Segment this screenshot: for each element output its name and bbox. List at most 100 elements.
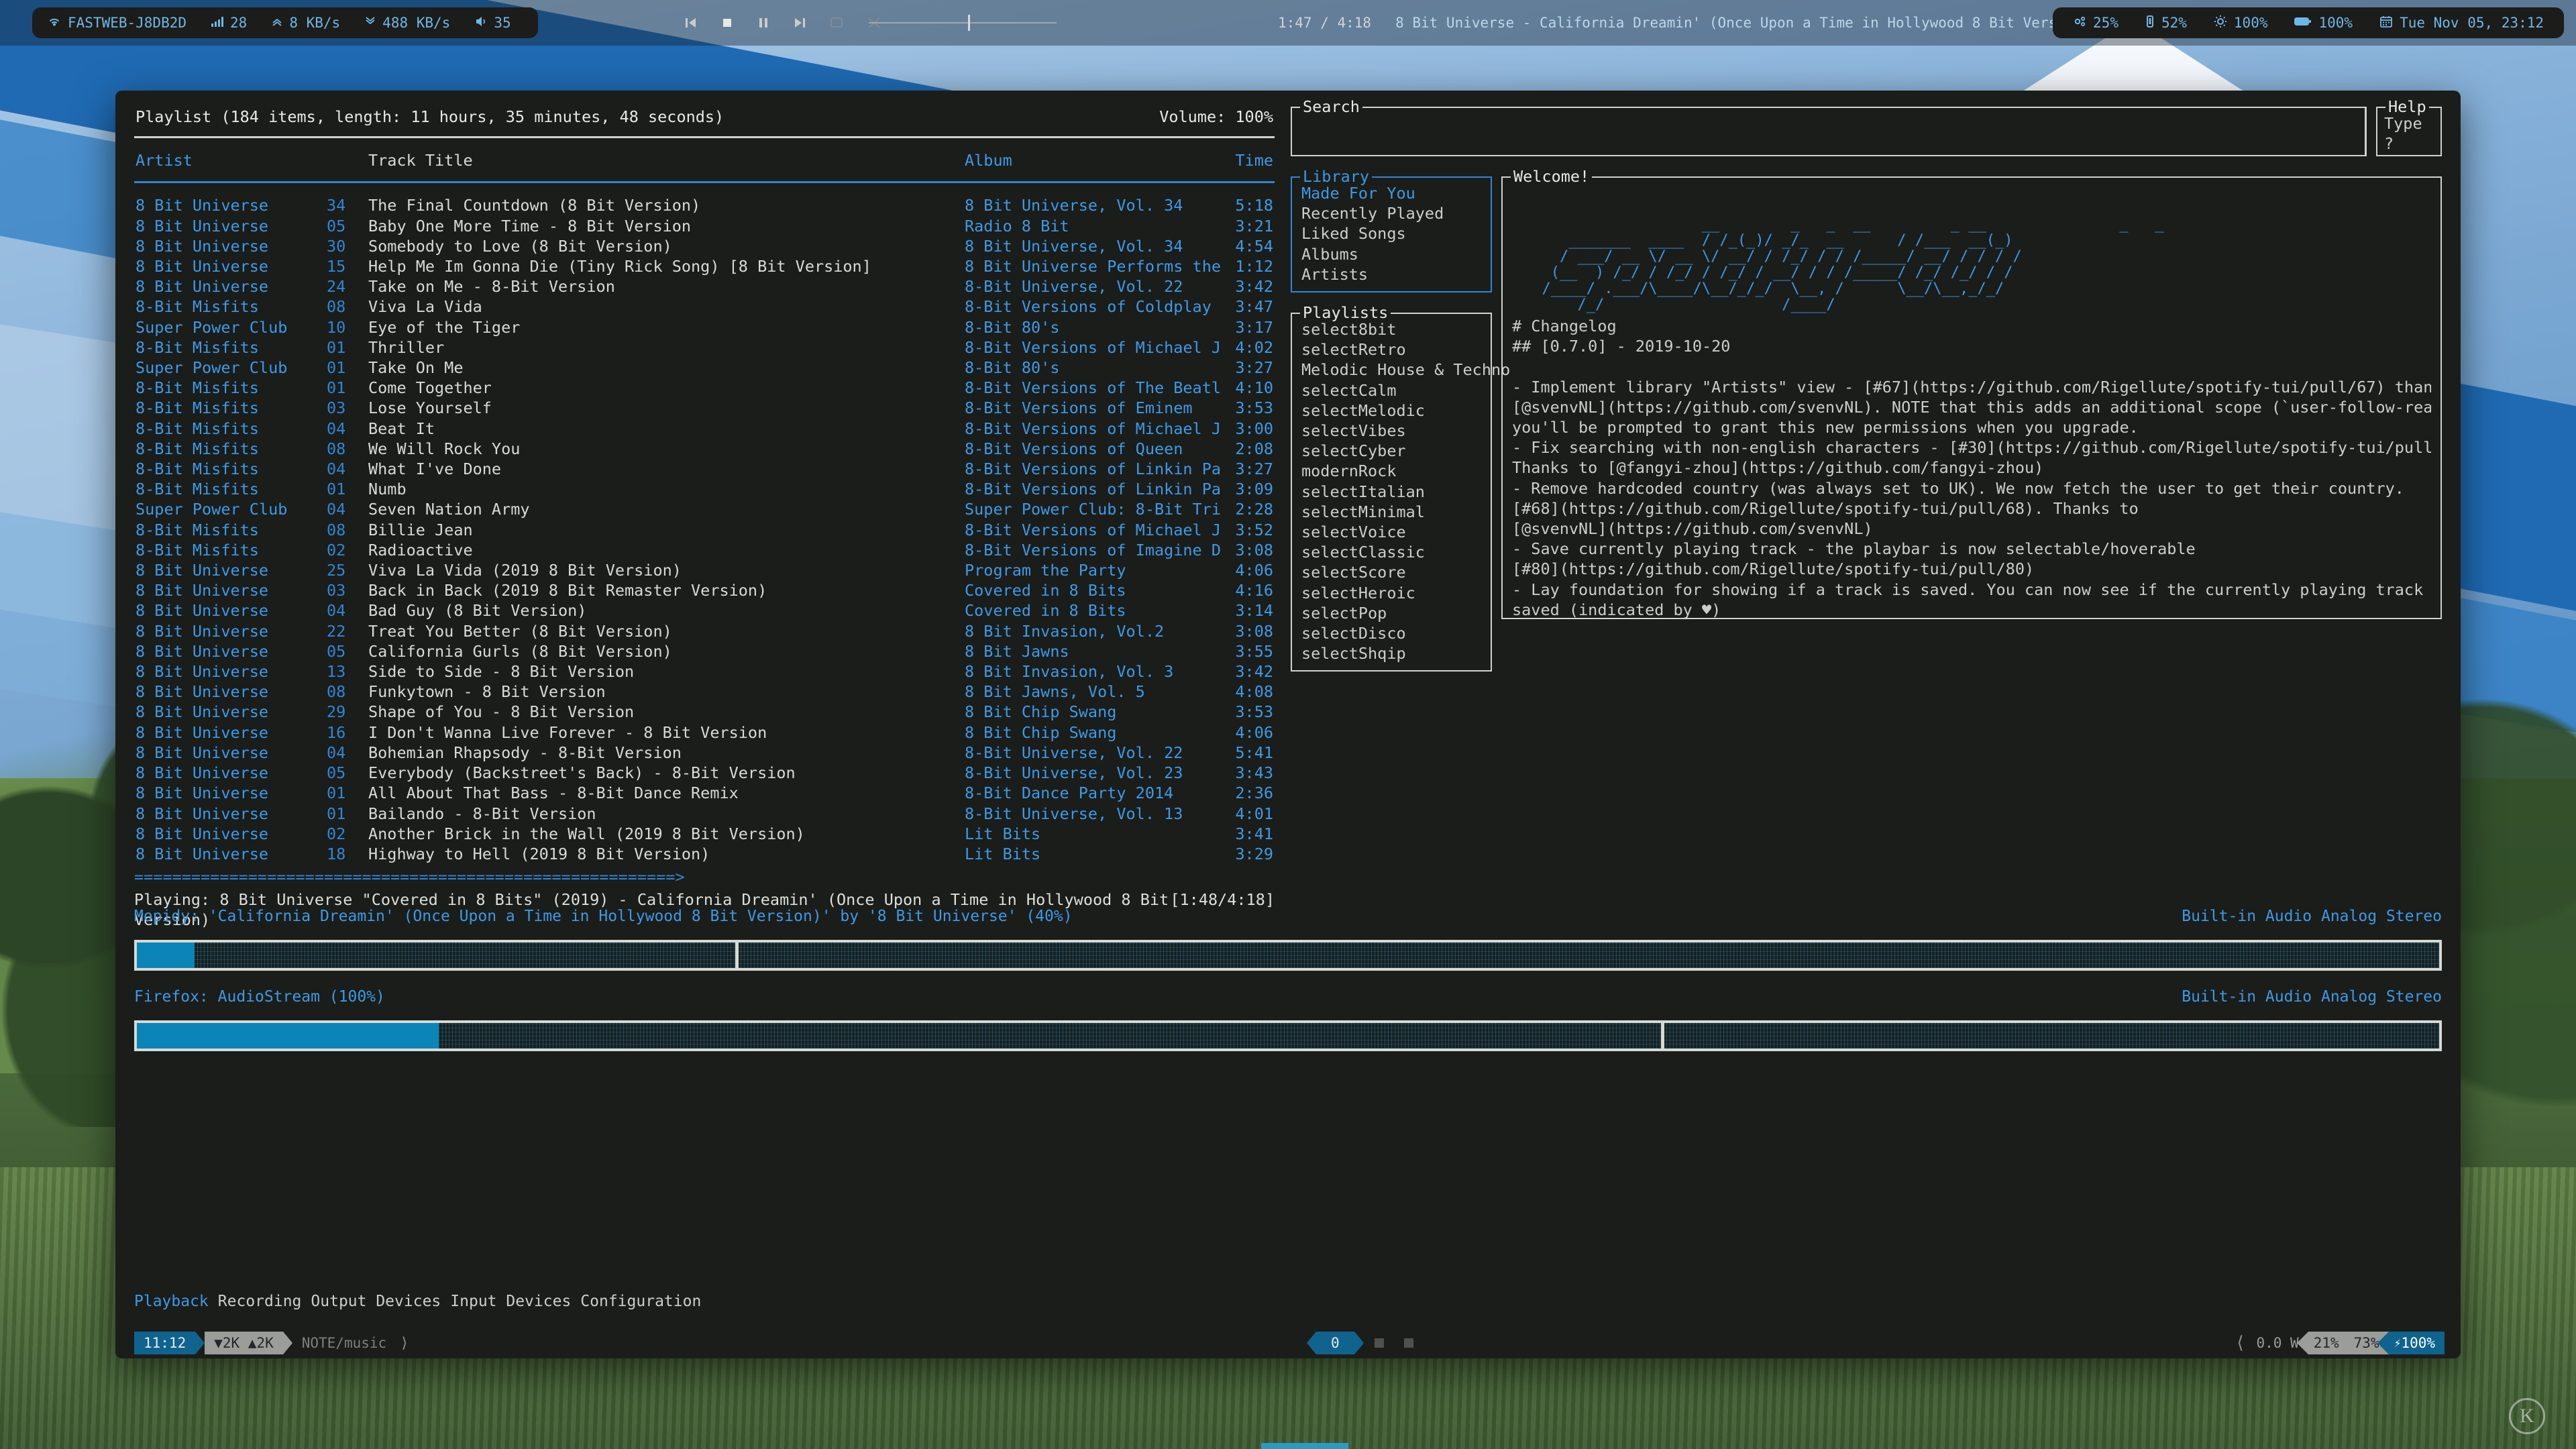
- volume-slider[interactable]: [134, 1020, 2442, 1051]
- playlist-row[interactable]: 8 Bit Universe04Bohemian Rhapsody - 8-Bi…: [134, 743, 1275, 763]
- column-header-artist[interactable]: Artist: [136, 150, 327, 170]
- playlist-row[interactable]: 8-Bit Misfits02Radioactive8-Bit Versions…: [134, 540, 1275, 560]
- playlist-row[interactable]: 8 Bit Universe30Somebody to Love (8 Bit …: [134, 236, 1275, 256]
- pause-button[interactable]: [757, 15, 770, 30]
- spotify-tui-right-panel[interactable]: Search Help Type ? Library Made For YouR…: [1291, 107, 2442, 930]
- playlist-row[interactable]: 8-Bit Misfits08We Will Rock You8-Bit Ver…: [134, 439, 1275, 459]
- seek-handle[interactable]: [968, 15, 970, 31]
- pavucontrol-pane[interactable]: Mopidy: 'California Dreamin' (Once Upon …: [115, 890, 2461, 1358]
- playlist-row[interactable]: 8 Bit Universe05Everybody (Backstreet's …: [134, 763, 1275, 783]
- stream-list[interactable]: Mopidy: 'California Dreamin' (Once Upon …: [134, 890, 2442, 1051]
- wifi-module[interactable]: FASTWEB-J8DB2D: [47, 15, 199, 31]
- playlist-item[interactable]: Melodic House & Techno: [1292, 360, 1491, 380]
- playlist-item[interactable]: selectVibes: [1292, 421, 1491, 441]
- playlist-row[interactable]: 8 Bit Universe03Back in Back (2019 8 Bit…: [134, 580, 1275, 600]
- library-box[interactable]: Library Made For YouRecently PlayedLiked…: [1291, 176, 1492, 292]
- tab-input-devices[interactable]: Input Devices: [450, 1293, 571, 1310]
- playlist-row[interactable]: 8 Bit Universe04Bad Guy (8 Bit Version)C…: [134, 600, 1275, 621]
- playlist-item[interactable]: selectCyber: [1292, 441, 1491, 461]
- terminal-window[interactable]: Playlist (184 items, length: 11 hours, 3…: [115, 91, 2461, 1358]
- volume-slider-handle[interactable]: [735, 940, 739, 971]
- brightness-module[interactable]: 100%: [2200, 15, 2282, 32]
- repeat-button[interactable]: [829, 15, 844, 30]
- seek-slider[interactable]: [869, 21, 1057, 25]
- playlist-row[interactable]: 8 Bit Universe02Another Brick in the Wal…: [134, 824, 1275, 844]
- battery-indicator[interactable]: ⚡ 100%: [2389, 1332, 2445, 1354]
- spotify-tui-pane[interactable]: Playlist (184 items, length: 11 hours, 3…: [115, 91, 2461, 889]
- playlist-row[interactable]: 8-Bit Misfits01Thriller8-Bit Versions of…: [134, 337, 1275, 358]
- search-input[interactable]: Search: [1291, 107, 2367, 156]
- playlist-row[interactable]: 8 Bit Universe29Shape of You - 8 Bit Ver…: [134, 702, 1275, 722]
- tab-recording[interactable]: Recording: [218, 1293, 302, 1310]
- cpu-module[interactable]: 25%: [2059, 15, 2132, 31]
- library-item[interactable]: Albums: [1292, 244, 1491, 264]
- stream-device-label[interactable]: Built-in Audio Analog Stereo: [2182, 908, 2442, 925]
- volume-slider[interactable]: [134, 940, 2442, 971]
- playlists-item-list[interactable]: select8bitselectRetroMelodic House & Tec…: [1292, 314, 1491, 670]
- playlists-box[interactable]: Playlists select8bitselectRetroMelodic H…: [1291, 313, 1492, 672]
- now-playing-module[interactable]: 1:47 / 4:18 8 Bit Universe - California …: [1278, 7, 2091, 38]
- playlist-row[interactable]: 8-Bit Misfits04What I've Done8-Bit Versi…: [134, 459, 1275, 479]
- library-item[interactable]: Liked Songs: [1292, 223, 1491, 244]
- upload-speed-module[interactable]: 8 KB/s: [259, 15, 352, 31]
- playlist-row[interactable]: 8-Bit Misfits08Viva La Vida8-Bit Version…: [134, 297, 1275, 317]
- playlist-item[interactable]: selectMinimal: [1292, 502, 1491, 522]
- playlist-row[interactable]: 8 Bit Universe01Bailando - 8-Bit Version…: [134, 804, 1275, 824]
- signal-module[interactable]: 28: [199, 15, 259, 31]
- column-header-time[interactable]: Time: [1221, 150, 1273, 170]
- playlist-row[interactable]: 8 Bit Universe16I Don't Wanna Live Forev…: [134, 722, 1275, 743]
- statusbar-path[interactable]: NOTE/music: [292, 1332, 396, 1354]
- playlist-item[interactable]: selectHeroic: [1292, 583, 1491, 603]
- playlist-row[interactable]: 8 Bit Universe05Baby One More Time - 8 B…: [134, 216, 1275, 236]
- tab-output-devices[interactable]: Output Devices: [311, 1293, 441, 1310]
- audio-stream[interactable]: Firefox: AudioStream (100%)Built-in Audi…: [134, 971, 2442, 1051]
- workspace-square[interactable]: [1404, 1338, 1413, 1348]
- playlist-row[interactable]: 8 Bit Universe05California Gurls (8 Bit …: [134, 641, 1275, 661]
- playlist-row[interactable]: 8 Bit Universe01All About That Bass - 8-…: [134, 783, 1275, 803]
- next-track-button[interactable]: [793, 15, 806, 30]
- help-box[interactable]: Help Type ?: [2376, 107, 2442, 156]
- workspace-square[interactable]: [1375, 1338, 1384, 1348]
- playlist-item[interactable]: selectMelodic: [1292, 400, 1491, 421]
- volume-module[interactable]: 35: [462, 15, 523, 31]
- library-item-list[interactable]: Made For YouRecently PlayedLiked SongsAl…: [1292, 178, 1491, 291]
- playlist-row[interactable]: Super Power Club10Eye of the Tiger8-Bit …: [134, 317, 1275, 337]
- memory-module[interactable]: 52%: [2132, 15, 2200, 31]
- library-item[interactable]: Artists: [1292, 264, 1491, 284]
- playlist-row[interactable]: 8 Bit Universe25Viva La Vida (2019 8 Bit…: [134, 560, 1275, 580]
- playlist-item[interactable]: selectRetro: [1292, 339, 1491, 360]
- battery-module[interactable]: 100%: [2281, 15, 2366, 31]
- volume-slider-handle[interactable]: [1661, 1020, 1664, 1051]
- playlist-row[interactable]: 8 Bit Universe18Highway to Hell (2019 8 …: [134, 844, 1275, 864]
- playlist-row[interactable]: 8 Bit Universe34The Final Countdown (8 B…: [134, 195, 1275, 215]
- welcome-box[interactable]: Welcome! __ _ _ __ _ __ _ _ _______ ____…: [1501, 176, 2442, 619]
- playlist-panel[interactable]: Playlist (184 items, length: 11 hours, 3…: [134, 107, 1275, 930]
- playlist-item[interactable]: selectItalian: [1292, 482, 1491, 502]
- playlist-row[interactable]: 8-Bit Misfits08Billie Jean8-Bit Versions…: [134, 520, 1275, 540]
- playlist-rows[interactable]: 8 Bit Universe34The Final Countdown (8 B…: [134, 195, 1275, 864]
- playlist-row[interactable]: 8 Bit Universe13Side to Side - 8 Bit Ver…: [134, 661, 1275, 682]
- workspace-indicator[interactable]: 0: [1316, 1332, 1354, 1354]
- playlist-item[interactable]: selectCalm: [1292, 380, 1491, 400]
- pavucontrol-tabs[interactable]: Playback Recording Output Devices Input Dev…: [134, 1293, 701, 1310]
- statusbar-network-counters[interactable]: ▼2K ▲2K: [205, 1332, 283, 1354]
- tab-playback[interactable]: Playback: [134, 1293, 209, 1310]
- playlist-row[interactable]: 8 Bit Universe08Funkytown - 8 Bit Versio…: [134, 682, 1275, 702]
- column-header-track-title[interactable]: Track Title: [368, 150, 965, 170]
- playlist-item[interactable]: selectClassic: [1292, 542, 1491, 562]
- playlist-row[interactable]: 8-Bit Misfits01Come Together8-Bit Versio…: [134, 378, 1275, 398]
- download-speed-module[interactable]: 488 KB/s: [352, 15, 462, 31]
- playlist-row[interactable]: 8 Bit Universe22Treat You Better (8 Bit …: [134, 621, 1275, 641]
- playlist-item[interactable]: selectShqip: [1292, 643, 1491, 663]
- playlist-item[interactable]: selectScore: [1292, 562, 1491, 582]
- playlist-item[interactable]: selectPop: [1292, 603, 1491, 623]
- datetime-module[interactable]: Tue Nov 05, 23:12: [2366, 15, 2557, 32]
- library-item[interactable]: Recently Played: [1292, 203, 1491, 223]
- stop-button[interactable]: [720, 15, 734, 30]
- playlist-item[interactable]: selectDisco: [1292, 623, 1491, 643]
- playlist-row[interactable]: 8 Bit Universe24Take on Me - 8-Bit Versi…: [134, 276, 1275, 297]
- playlist-row[interactable]: 8-Bit Misfits03Lose Yourself8-Bit Versio…: [134, 398, 1275, 418]
- playlist-row[interactable]: 8-Bit Misfits04Beat It8-Bit Versions of …: [134, 419, 1275, 439]
- previous-track-button[interactable]: [684, 15, 698, 30]
- audio-stream[interactable]: Mopidy: 'California Dreamin' (Once Upon …: [134, 890, 2442, 971]
